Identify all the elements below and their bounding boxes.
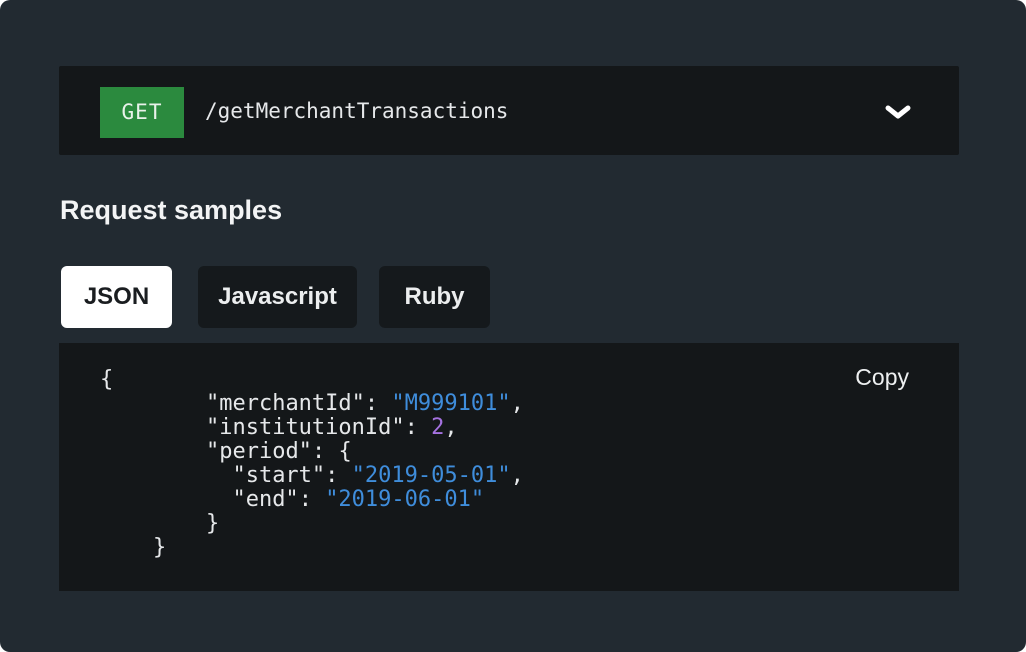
code-brace: { (338, 439, 352, 464)
section-title: Request samples (60, 195, 283, 225)
code-brace: } (205, 511, 220, 536)
code-brace: { (100, 367, 114, 392)
request-samples-panel: GET /getMerchantTransactions Request sam… (0, 0, 1026, 652)
endpoint-path: /getMerchantTransactions (205, 99, 509, 123)
chevron-down-icon[interactable] (885, 102, 911, 122)
code-string: "2019-05-01" (351, 463, 511, 488)
code-key: "merchantId" (205, 391, 365, 416)
code-block: { "merchantId": "M999101", "institutionI… (100, 367, 524, 560)
copy-button[interactable]: Copy (855, 361, 909, 393)
tab-ruby[interactable]: Ruby (379, 266, 490, 328)
code-key: "end" (232, 487, 299, 512)
code-sample: Copy { "merchantId": "M999101", "institu… (59, 343, 959, 591)
code-key: "start" (232, 463, 326, 488)
code-key: "institutionId" (205, 415, 405, 440)
code-string: "M999101" (391, 391, 511, 416)
http-method-badge: GET (100, 87, 184, 138)
code-brace: } (152, 535, 167, 560)
endpoint-header[interactable]: GET /getMerchantTransactions (59, 66, 959, 155)
code-string: "2019-06-01" (325, 487, 485, 512)
tab-javascript[interactable]: Javascript (198, 266, 357, 328)
code-number: 2 (431, 415, 445, 440)
code-key: "period" (205, 439, 312, 464)
tab-json[interactable]: JSON (61, 266, 172, 328)
